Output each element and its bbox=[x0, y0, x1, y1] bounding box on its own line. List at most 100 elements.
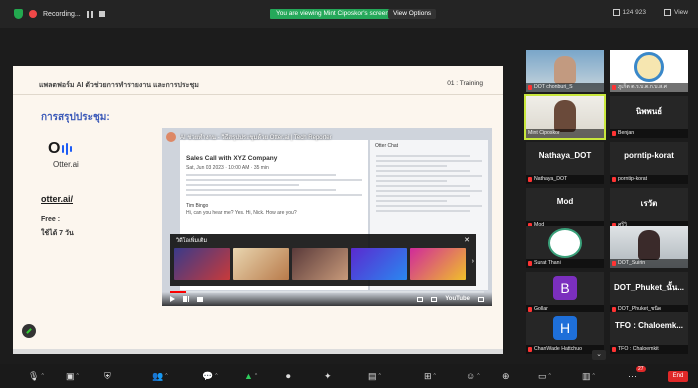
ai-companion-button[interactable]: ✦ bbox=[324, 368, 332, 384]
participant-name: TFO : Chaloemkit bbox=[610, 345, 688, 354]
participant-name: DOT_Suirin bbox=[610, 259, 688, 268]
participant-display-name: เรวัต bbox=[640, 199, 658, 208]
video-thumbnail[interactable] bbox=[233, 248, 289, 280]
participant-tile[interactable]: porntip-korat porntip-korat bbox=[610, 142, 688, 184]
participant-display-name: DOT_Phuket_นั้น... bbox=[613, 283, 685, 292]
participant-name: Nathaya_DOT bbox=[526, 175, 604, 184]
volume-icon[interactable] bbox=[197, 296, 203, 302]
annotate-pencil-icon[interactable] bbox=[22, 324, 36, 338]
channel-avatar[interactable] bbox=[166, 132, 176, 142]
participant-name: ภูเก็ต ต.ร.บ.ต.ก.บ.ส.ศ bbox=[610, 83, 688, 92]
fullscreen-icon[interactable] bbox=[478, 296, 484, 302]
breakout-rooms-button[interactable]: ⊞ ^ bbox=[424, 368, 436, 384]
chat-button[interactable]: 💬 ^ bbox=[202, 368, 218, 384]
mic-muted-icon bbox=[528, 177, 532, 182]
chevron-up-icon[interactable]: ^ bbox=[379, 373, 381, 379]
otter-brand-name: Otter.ai bbox=[53, 160, 79, 169]
apps-button[interactable]: ⊕ bbox=[502, 368, 510, 384]
shared-screen: แพลตฟอร์ม AI ตัวช่วยการทำรายงาน และการปร… bbox=[13, 66, 503, 354]
security-button[interactable]: ⛨ bbox=[104, 368, 111, 384]
gallery-scroll-down-icon[interactable]: ⌄ bbox=[592, 350, 606, 360]
viewing-screen-banner: You are viewing Mint Ciposkor's screen bbox=[270, 9, 395, 19]
participant-tile[interactable]: เรวัต ศรีวิ bbox=[610, 188, 688, 230]
video-button[interactable]: ▣ ^ bbox=[66, 368, 79, 384]
chevron-right-icon[interactable]: › bbox=[472, 258, 474, 265]
participant-display-name: porntip-korat bbox=[624, 151, 674, 160]
participant-tile[interactable]: DOT_Phuket_นั้น... DOT_Phuket_ชนิด bbox=[610, 272, 688, 314]
participant-tile[interactable]: TFO : Chaloemk... TFO : Chaloemkit bbox=[610, 312, 688, 354]
mute-button[interactable]: 🎙 ^ bbox=[28, 368, 44, 384]
chevron-up-icon[interactable]: ^ bbox=[77, 373, 79, 379]
chevron-up-icon[interactable]: ^ bbox=[165, 373, 167, 379]
chat-icon: 💬 bbox=[202, 370, 214, 381]
video-title[interactable]: AI ช่วยทำงาน - วิธีสรุปประชุมด้วย Otter.… bbox=[180, 132, 470, 142]
end-meeting-button[interactable]: End bbox=[668, 371, 688, 382]
chevron-up-icon[interactable]: ^ bbox=[549, 373, 551, 379]
sparkle-icon: ✦ bbox=[324, 370, 332, 381]
settings-icon[interactable] bbox=[431, 296, 438, 302]
slide-title: แพลตฟอร์ม AI ตัวช่วยการทำรายงาน และการปร… bbox=[39, 82, 199, 89]
participant-name: porntip-korat bbox=[610, 175, 688, 184]
share-screen-button[interactable]: ▲ ^ bbox=[244, 368, 257, 384]
chevron-up-icon[interactable]: ^ bbox=[215, 373, 217, 379]
share-screen-icon: ▲ bbox=[244, 371, 253, 381]
youtube-embed[interactable]: Sales Call with XYZ Company Sat, Jun 03 … bbox=[162, 128, 492, 306]
participant-name: Mint Ciposkor bbox=[526, 129, 604, 138]
video-thumbnail[interactable] bbox=[410, 248, 466, 280]
participant-tile[interactable]: นิพพนธ์ Benjan bbox=[610, 96, 688, 138]
transcript-speaker: Tim Bingo bbox=[186, 203, 209, 209]
transcript-heading: Sales Call with XYZ Company bbox=[186, 155, 278, 162]
video-controls: YouTube bbox=[162, 292, 492, 306]
breakout-rooms-icon: ⊞ bbox=[424, 370, 432, 381]
chevron-up-icon[interactable]: ^ bbox=[477, 373, 479, 379]
more-button[interactable]: ⋯ 27 bbox=[628, 366, 646, 384]
next-icon[interactable] bbox=[183, 296, 189, 302]
play-icon[interactable] bbox=[170, 296, 175, 302]
captions-button[interactable]: ▤ ^ bbox=[368, 368, 381, 384]
otter-link[interactable]: otter.ai/ bbox=[41, 194, 73, 204]
chevron-up-icon[interactable]: ^ bbox=[255, 373, 257, 379]
participant-tile[interactable]: ภูเก็ต ต.ร.บ.ต.ก.บ.ส.ศ bbox=[610, 50, 688, 92]
participant-tile[interactable]: DOT_Suirin bbox=[610, 226, 688, 268]
participant-display-name: นิพพนธ์ bbox=[635, 107, 663, 116]
pause-recording-icon[interactable] bbox=[86, 10, 93, 18]
recording-controls: Recording... bbox=[0, 9, 105, 19]
view-options-button[interactable]: View Options bbox=[388, 9, 437, 19]
participant-tile[interactable]: B Gollar bbox=[526, 272, 604, 314]
participant-tile[interactable]: Surat Thani bbox=[526, 226, 604, 268]
notification-badge: 27 bbox=[636, 366, 646, 372]
close-icon[interactable]: ✕ bbox=[464, 236, 470, 244]
reactions-button[interactable]: ☺ ^ bbox=[466, 368, 480, 384]
recording-label: Recording... bbox=[43, 10, 81, 18]
info-icon bbox=[612, 9, 620, 16]
participant-tile[interactable]: DOT chonburi_S bbox=[526, 50, 604, 92]
video-thumbnail[interactable] bbox=[174, 248, 230, 280]
chevron-up-icon[interactable]: ^ bbox=[434, 373, 436, 379]
chevron-up-icon[interactable]: ^ bbox=[41, 373, 43, 379]
stop-recording-icon[interactable] bbox=[98, 11, 105, 17]
apps-icon: ⊕ bbox=[502, 370, 510, 381]
more-dots-icon: ⋯ bbox=[628, 370, 637, 381]
participant-tile[interactable]: Nathaya_DOT Nathaya_DOT bbox=[526, 142, 604, 184]
whiteboard-button[interactable]: ▭ ^ bbox=[538, 368, 551, 384]
subtitles-icon[interactable] bbox=[417, 296, 424, 302]
captions-icon: ▤ bbox=[368, 370, 377, 381]
youtube-logo[interactable]: YouTube bbox=[445, 296, 470, 302]
participant-tile[interactable]: Mod Mod bbox=[526, 188, 604, 230]
video-thumbnail[interactable] bbox=[292, 248, 348, 280]
chevron-up-icon[interactable]: ^ bbox=[593, 373, 595, 379]
camera-icon: ▣ bbox=[66, 370, 75, 381]
participants-button[interactable]: 👥 ^ bbox=[152, 368, 168, 384]
notes-button[interactable]: ▥ ^ bbox=[582, 368, 595, 384]
meeting-info-button[interactable]: 124 923 bbox=[612, 9, 646, 16]
participant-tile[interactable]: H ChanWade Hattchuo bbox=[526, 312, 604, 354]
security-shield-icon[interactable] bbox=[14, 9, 23, 19]
record-button[interactable]: ⏺ bbox=[286, 368, 291, 384]
view-button[interactable]: View bbox=[664, 9, 688, 16]
participant-name: Surat Thani bbox=[526, 259, 604, 268]
participant-name: Benjan bbox=[610, 129, 688, 138]
header-divider bbox=[13, 94, 503, 95]
video-thumbnail[interactable] bbox=[351, 248, 407, 280]
participant-tile-active-speaker[interactable]: Mint Ciposkor bbox=[524, 94, 606, 140]
thumbnail-row bbox=[174, 248, 466, 280]
